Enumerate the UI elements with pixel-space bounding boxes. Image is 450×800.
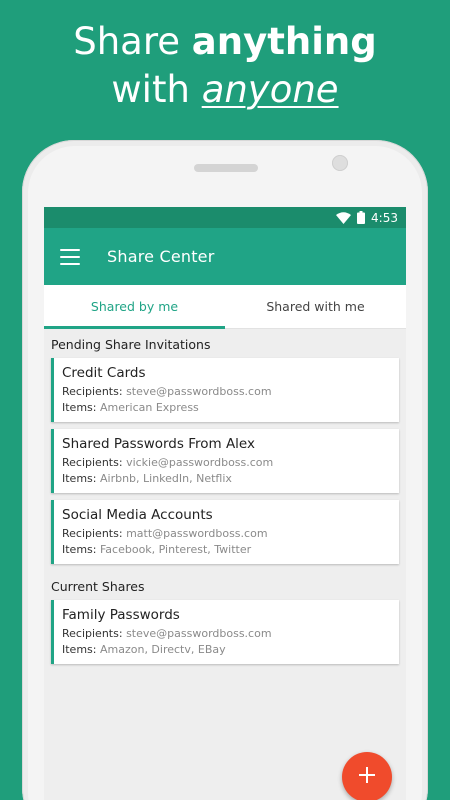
recipients-label: Recipients: (62, 385, 123, 398)
tab-shared-by-me[interactable]: Shared by me (44, 285, 225, 329)
section-title-current: Current Shares (51, 579, 145, 594)
add-share-button[interactable] (342, 752, 392, 800)
items-value: American Express (99, 401, 199, 414)
headline-line-2: with anyone (0, 66, 450, 114)
items-label: Items: (62, 543, 97, 556)
tab-shared-with-me[interactable]: Shared with me (225, 285, 406, 328)
status-bar: 4:53 (44, 207, 406, 228)
share-card-credit-cards[interactable]: Credit Cards Recipients: steve@passwordb… (51, 358, 399, 422)
card-recipients: Recipients: steve@passwordboss.com (62, 626, 391, 642)
hamburger-menu-icon[interactable] (60, 248, 80, 265)
card-items: Items: Amazon, Directv, EBay (62, 642, 391, 658)
tab-label: Shared by me (90, 299, 179, 314)
battery-icon (357, 211, 366, 224)
card-title: Social Media Accounts (62, 507, 213, 523)
card-items: Items: American Express (62, 400, 391, 416)
recipients-value: steve@passwordboss.com (126, 385, 272, 398)
items-label: Items: (62, 643, 97, 656)
headline-line-1: Share anything (0, 18, 450, 66)
share-card-social-media[interactable]: Social Media Accounts Recipients: matt@p… (51, 500, 399, 564)
headline-bold-text: anything (191, 20, 377, 63)
app-screen: 4:53 Share Center Shared by me Shared wi… (44, 207, 406, 800)
headline-text: Share (73, 20, 192, 63)
items-value: Facebook, Pinterest, Twitter (99, 543, 252, 556)
recipients-label: Recipients: (62, 627, 123, 640)
items-value: Amazon, Directv, EBay (99, 643, 226, 656)
share-card-family-passwords[interactable]: Family Passwords Recipients: steve@passw… (51, 600, 399, 664)
section-title-pending: Pending Share Invitations (51, 337, 211, 352)
phone-speaker (194, 164, 258, 172)
card-recipients: Recipients: steve@passwordboss.com (62, 384, 391, 400)
items-value: Airbnb, LinkedIn, Netflix (99, 472, 232, 485)
headline-emphasis-text: anyone (201, 68, 339, 111)
tab-bar: Shared by me Shared with me (44, 285, 406, 329)
promo-headline: Share anything with anyone (0, 18, 450, 114)
items-label: Items: (62, 472, 97, 485)
card-title: Family Passwords (62, 607, 180, 623)
card-items: Items: Airbnb, LinkedIn, Netflix (62, 471, 391, 487)
wifi-icon (336, 211, 352, 224)
app-bar: Share Center (44, 228, 406, 285)
share-card-shared-passwords-alex[interactable]: Shared Passwords From Alex Recipients: v… (51, 429, 399, 493)
recipients-label: Recipients: (62, 527, 123, 540)
headline-text: with (111, 68, 202, 111)
recipients-value: matt@passwordboss.com (126, 527, 268, 540)
plus-icon (358, 766, 376, 788)
recipients-label: Recipients: (62, 456, 123, 469)
items-label: Items: (62, 401, 97, 414)
tab-label: Shared with me (266, 299, 365, 314)
card-title: Credit Cards (62, 365, 146, 381)
phone-camera (332, 155, 348, 171)
card-recipients: Recipients: vickie@passwordboss.com (62, 455, 391, 471)
card-items: Items: Facebook, Pinterest, Twitter (62, 542, 391, 558)
page-title: Share Center (107, 247, 215, 266)
card-recipients: Recipients: matt@passwordboss.com (62, 526, 391, 542)
recipients-value: steve@passwordboss.com (126, 627, 272, 640)
card-title: Shared Passwords From Alex (62, 436, 255, 452)
status-time: 4:53 (371, 210, 398, 225)
recipients-value: vickie@passwordboss.com (126, 456, 274, 469)
